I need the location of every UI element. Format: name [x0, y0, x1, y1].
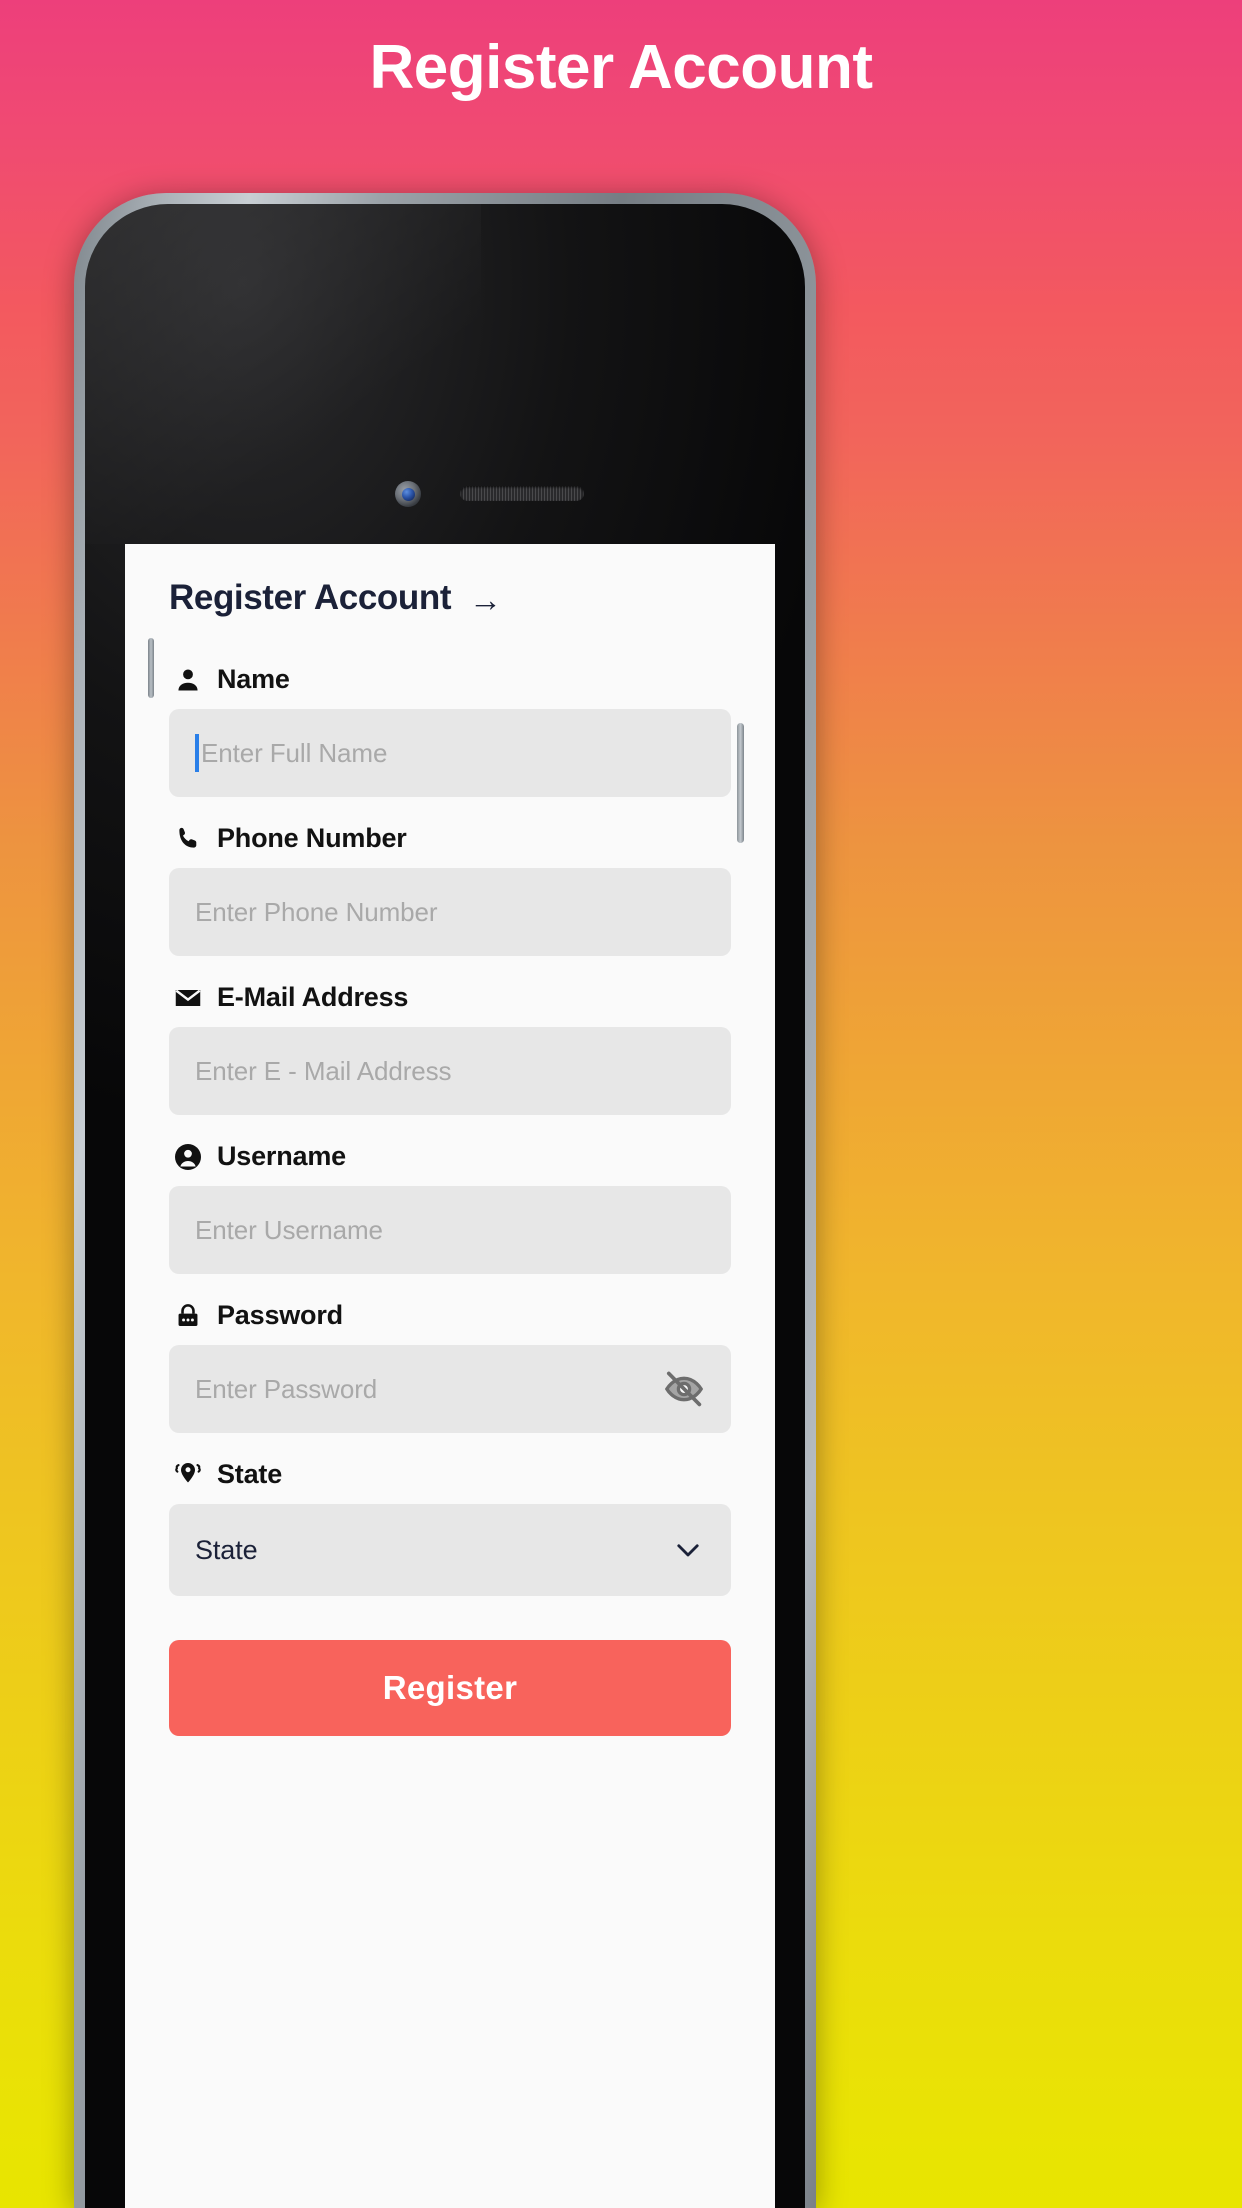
text-caret	[195, 734, 199, 772]
camera-lens	[401, 487, 415, 501]
device-body: Register Account → Name Enter Full Name …	[85, 204, 805, 2208]
phone-device-mockup: Register Account → Name Enter Full Name …	[74, 193, 816, 2208]
username-input[interactable]: Enter Username	[169, 1186, 731, 1274]
field-phone-label: Phone Number	[217, 823, 407, 853]
password-input[interactable]: Enter Password	[169, 1345, 731, 1433]
name-input[interactable]: Enter Full Name	[169, 709, 731, 797]
field-email: E-Mail Address Enter E - Mail Address	[169, 966, 731, 1115]
account-circle-icon	[173, 1142, 203, 1172]
name-input-placeholder: Enter Full Name	[201, 737, 388, 768]
field-password: Password Enter Password	[169, 1284, 731, 1433]
person-icon	[173, 665, 203, 695]
state-select-value: State	[195, 1534, 258, 1565]
app-screen: Register Account → Name Enter Full Name …	[125, 544, 775, 2208]
envelope-icon	[173, 983, 203, 1013]
arrow-right-icon[interactable]: →	[469, 583, 502, 616]
field-phone-label-row: Phone Number	[169, 807, 731, 868]
submit-area: Register	[125, 1606, 775, 1736]
field-email-label-row: E-Mail Address	[169, 966, 731, 1027]
username-input-placeholder: Enter Username	[195, 1214, 383, 1245]
field-state: State State	[169, 1443, 731, 1596]
field-name-label: Name	[217, 664, 290, 694]
register-form: Name Enter Full Name Phone Number Enter …	[125, 626, 775, 1596]
field-phone: Phone Number Enter Phone Number	[169, 807, 731, 956]
device-gloss-highlight	[85, 204, 481, 544]
app-header-title: Register Account	[169, 578, 452, 617]
field-password-label: Password	[217, 1300, 343, 1330]
field-username: Username Enter Username	[169, 1125, 731, 1274]
front-camera-icon	[395, 481, 421, 507]
map-pin-icon	[173, 1460, 203, 1490]
lock-icon	[173, 1301, 203, 1331]
field-state-label: State	[217, 1459, 283, 1489]
chevron-down-icon[interactable]	[671, 1533, 705, 1567]
field-name: Name Enter Full Name	[169, 648, 731, 797]
field-state-label-row: State	[169, 1443, 731, 1504]
power-button[interactable]	[737, 723, 744, 843]
earpiece-speaker-grille	[460, 486, 584, 501]
email-input[interactable]: Enter E - Mail Address	[169, 1027, 731, 1115]
app-header: Register Account →	[125, 544, 775, 626]
field-name-label-row: Name	[169, 648, 731, 709]
eye-off-icon[interactable]	[663, 1368, 705, 1410]
field-username-label-row: Username	[169, 1125, 731, 1186]
register-button[interactable]: Register	[169, 1640, 731, 1736]
field-username-label: Username	[217, 1141, 346, 1171]
password-input-placeholder: Enter Password	[195, 1373, 378, 1404]
field-email-label: E-Mail Address	[217, 982, 409, 1012]
phone-icon	[173, 824, 203, 854]
state-select[interactable]: State	[169, 1504, 731, 1596]
field-password-label-row: Password	[169, 1284, 731, 1345]
email-input-placeholder: Enter E - Mail Address	[195, 1055, 452, 1086]
volume-button[interactable]	[148, 638, 154, 698]
page-title: Register Account	[369, 33, 873, 102]
phone-input[interactable]: Enter Phone Number	[169, 868, 731, 956]
phone-input-placeholder: Enter Phone Number	[195, 896, 438, 927]
